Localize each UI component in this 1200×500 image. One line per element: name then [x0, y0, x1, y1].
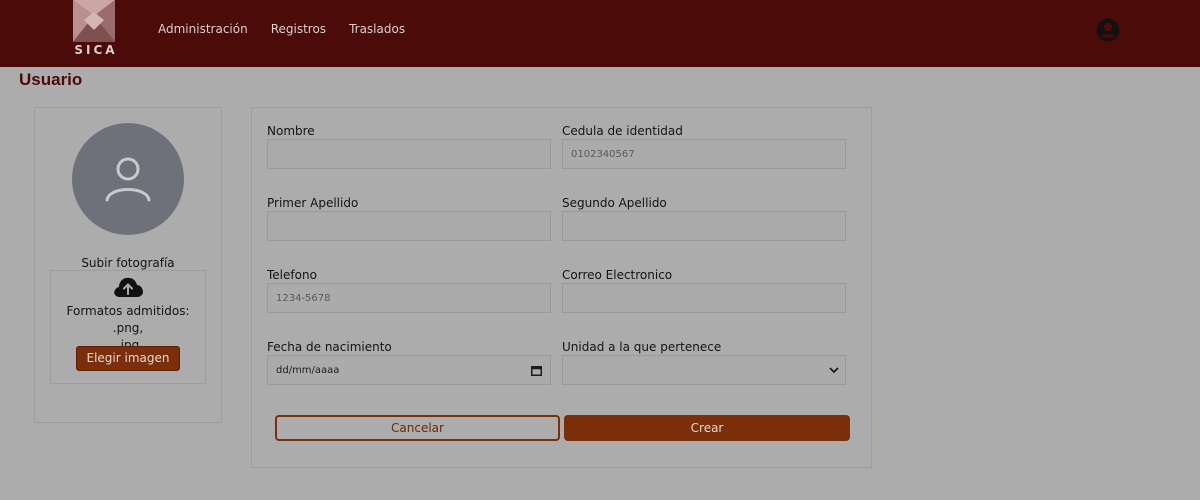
chevron-down-icon	[829, 367, 839, 374]
telefono-input[interactable]: 1234-5678	[267, 283, 551, 313]
user-form: Nombre Cedula de identidad 0102340567 Pr…	[251, 107, 872, 468]
correo-label: Correo Electronico	[562, 268, 673, 282]
cedula-input[interactable]: 0102340567	[562, 139, 846, 169]
nav-item-registros[interactable]: Registros	[271, 22, 326, 36]
choose-image-button[interactable]: Elegir imagen	[76, 346, 180, 371]
segundo-apellido-label: Segundo Apellido	[562, 196, 667, 210]
primer-apellido-label: Primer Apellido	[267, 196, 359, 210]
correo-input[interactable]	[562, 283, 846, 313]
segundo-apellido-input[interactable]	[562, 211, 846, 241]
cedula-label: Cedula de identidad	[562, 124, 683, 138]
fecha-label: Fecha de nacimiento	[267, 340, 392, 354]
fecha-input[interactable]: dd/mm/aaaa	[267, 355, 551, 385]
main-nav: Administración Registros Traslados	[158, 22, 405, 36]
nombre-label: Nombre	[267, 124, 315, 138]
cancel-button[interactable]: Cancelar	[275, 415, 560, 441]
nav-item-traslados[interactable]: Traslados	[349, 22, 405, 36]
upload-title: Subir fotografía	[81, 256, 175, 270]
telefono-label: Telefono	[267, 268, 317, 282]
calendar-icon[interactable]	[531, 365, 542, 376]
cloud-upload-icon	[114, 277, 143, 297]
page-title: Usuario	[19, 70, 83, 89]
upload-dropzone[interactable]: Formatos admitidos: .png, .jpg Elegir im…	[50, 270, 206, 384]
primer-apellido-input[interactable]	[267, 211, 551, 241]
logo-text: SICA	[74, 43, 118, 57]
formats-line-1: Formatos admitidos: .png,	[66, 304, 190, 335]
top-navigation-bar: SICA Administración Registros Traslados	[0, 0, 1200, 67]
avatar-placeholder	[72, 123, 184, 235]
fecha-value: dd/mm/aaaa	[276, 365, 340, 376]
unidad-select[interactable]	[562, 355, 846, 385]
account-icon[interactable]	[1096, 18, 1120, 42]
nombre-input[interactable]	[267, 139, 551, 169]
user-icon	[105, 157, 151, 202]
create-button[interactable]: Crear	[564, 415, 850, 441]
logo-mark-icon	[73, 0, 115, 42]
sica-logo[interactable]: SICA	[72, 0, 118, 60]
nav-item-administracion[interactable]: Administración	[158, 22, 248, 36]
unidad-label: Unidad a la que pertenece	[562, 340, 722, 354]
photo-panel: Subir fotografía Formatos admitidos: .pn…	[34, 107, 222, 423]
